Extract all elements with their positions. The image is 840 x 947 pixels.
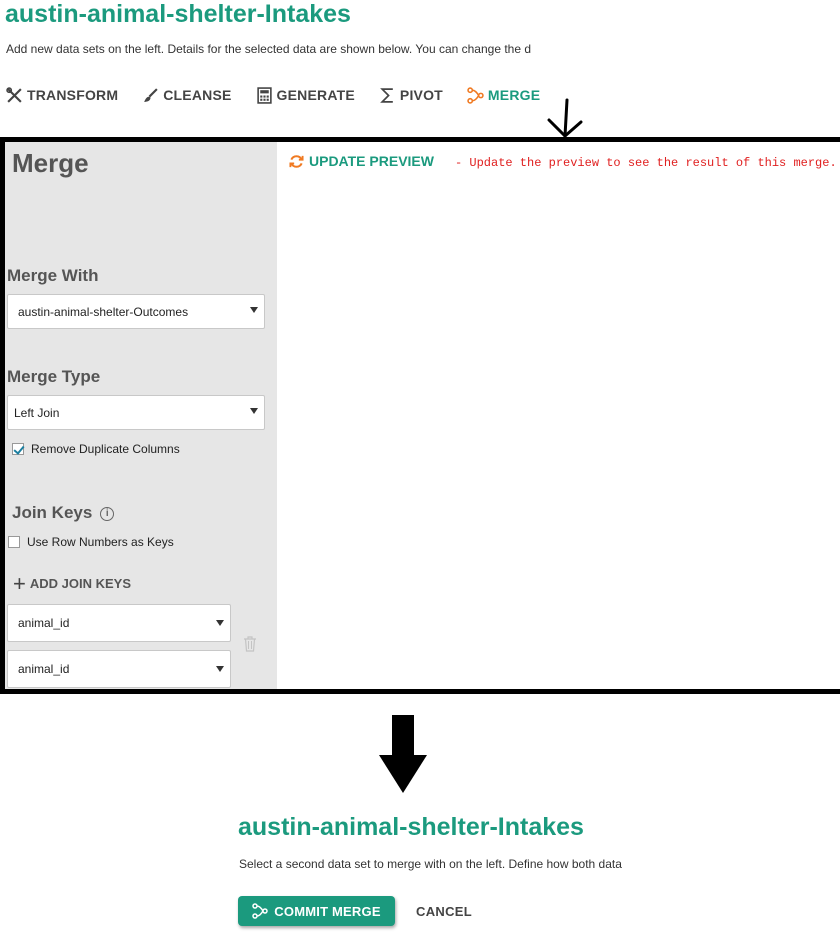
cancel-button[interactable]: CANCEL bbox=[416, 904, 472, 919]
commit-merge-button[interactable]: COMMIT MERGE bbox=[238, 896, 395, 926]
update-preview-button[interactable]: UPDATE PREVIEW bbox=[289, 153, 434, 169]
merge-settings-sidebar: Merge Merge With austin-animal-shelter-O… bbox=[5, 142, 277, 689]
join-key-left-select[interactable]: animal_id bbox=[7, 604, 231, 642]
chevron-down-icon bbox=[216, 666, 224, 672]
generate-tab[interactable]: GENERATE bbox=[256, 86, 355, 104]
merge-type-select[interactable]: Left Join bbox=[7, 395, 265, 430]
page-subtitle: Add new data sets on the left. Details f… bbox=[6, 42, 532, 56]
merge-heading: Merge bbox=[12, 148, 89, 178]
add-join-keys-button[interactable]: + ADD JOIN KEYS bbox=[13, 570, 131, 596]
merge-type-value: Left Join bbox=[14, 405, 60, 420]
brush-icon bbox=[144, 87, 158, 102]
row-numbers-row[interactable]: Use Row Numbers as Keys bbox=[8, 535, 174, 549]
merge-type-label: Merge Type bbox=[7, 367, 101, 386]
cleanse-label: CLEANSE bbox=[163, 87, 232, 103]
remove-duplicates-row[interactable]: Remove Duplicate Columns bbox=[12, 442, 180, 456]
chevron-down-icon bbox=[250, 408, 258, 414]
add-join-keys-label: ADD JOIN KEYS bbox=[29, 576, 131, 591]
tools-icon bbox=[6, 86, 22, 103]
row-numbers-checkbox[interactable] bbox=[8, 536, 20, 548]
sigma-icon bbox=[380, 87, 393, 103]
remove-duplicates-label: Remove Duplicate Columns bbox=[31, 442, 180, 456]
row-numbers-label: Use Row Numbers as Keys bbox=[27, 535, 174, 549]
merge-icon bbox=[252, 903, 269, 919]
down-arrow-icon bbox=[379, 715, 427, 793]
merge-with-select[interactable]: austin-animal-shelter-Outcomes bbox=[7, 294, 265, 329]
calculator-icon bbox=[256, 86, 272, 104]
info-icon[interactable]: i bbox=[100, 507, 115, 521]
remove-duplicates-checkbox[interactable] bbox=[12, 443, 24, 455]
pivot-tab[interactable]: PIVOT bbox=[379, 87, 443, 104]
transform-tab[interactable]: TRANSFORM bbox=[6, 86, 119, 104]
commit-merge-label: COMMIT MERGE bbox=[274, 903, 381, 919]
page-title: austin-animal-shelter-Intakes bbox=[5, 0, 351, 28]
preview-message: - Update the preview to see the result o… bbox=[455, 156, 837, 170]
join-key-right-select[interactable]: animal_id bbox=[7, 650, 231, 688]
chevron-down-icon bbox=[216, 620, 224, 626]
cleanse-tab[interactable]: CLEANSE bbox=[142, 87, 231, 104]
join-keys-heading: Join Keys i bbox=[12, 503, 115, 523]
merge-panel: Merge Merge With austin-animal-shelter-O… bbox=[0, 137, 840, 694]
merge-label: MERGE bbox=[487, 87, 541, 103]
merge-with-value: austin-animal-shelter-Outcomes bbox=[18, 304, 189, 319]
trash-icon[interactable] bbox=[243, 636, 257, 652]
join-keys-label: Join Keys bbox=[12, 503, 93, 522]
generate-label: GENERATE bbox=[276, 87, 355, 103]
pointer-arrow-icon bbox=[547, 98, 583, 138]
plus-icon: + bbox=[13, 570, 26, 596]
merge-tab[interactable]: MERGE bbox=[467, 86, 541, 104]
join-key-left-value: animal_id bbox=[18, 616, 70, 630]
result-title: austin-animal-shelter-Intakes bbox=[238, 813, 584, 841]
merge-icon bbox=[467, 86, 484, 104]
update-preview-label: UPDATE PREVIEW bbox=[309, 153, 434, 169]
pivot-label: PIVOT bbox=[399, 87, 443, 103]
join-key-right-value: animal_id bbox=[18, 662, 70, 676]
refresh-icon bbox=[289, 154, 304, 168]
merge-with-label: Merge With bbox=[7, 266, 99, 285]
chevron-down-icon bbox=[250, 307, 258, 313]
result-subtitle: Select a second data set to merge with o… bbox=[239, 857, 622, 871]
transform-label: TRANSFORM bbox=[27, 87, 119, 103]
toolbar: TRANSFORM CLEANSE GENERATE PIVOT MERGE bbox=[6, 85, 564, 105]
